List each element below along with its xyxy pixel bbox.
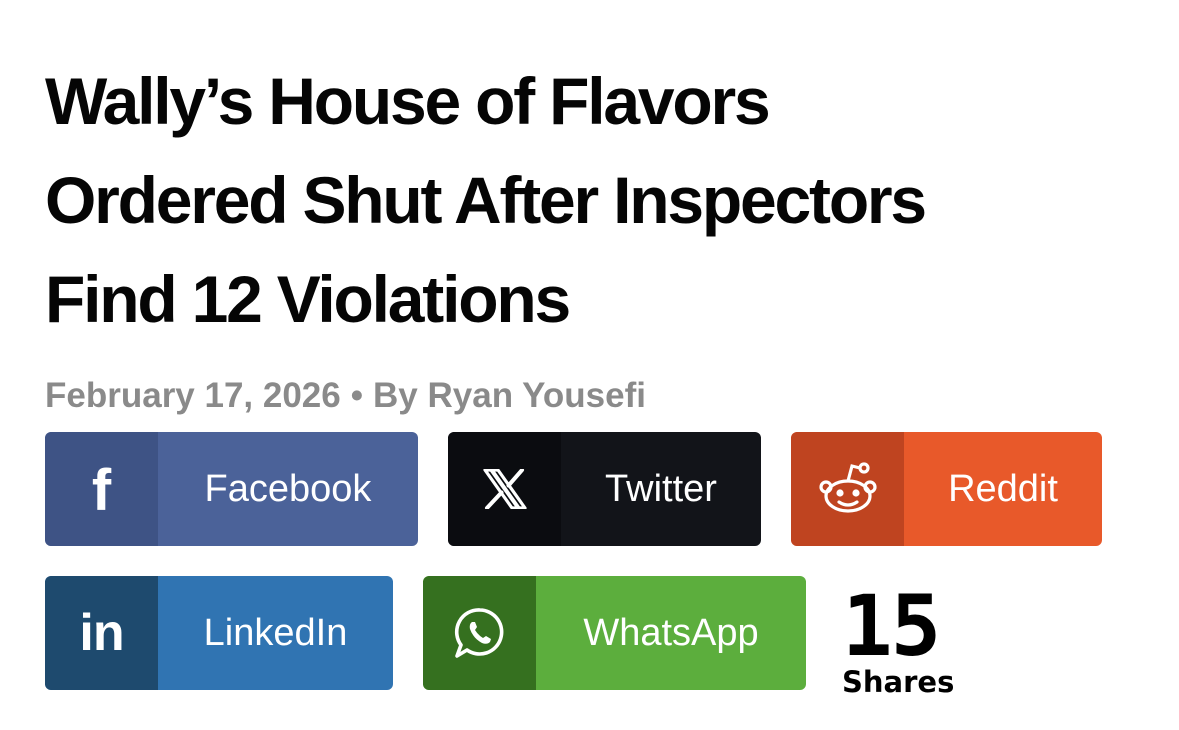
author-byline[interactable]: By Ryan Yousefi [373,376,646,415]
linkedin-icon: in [45,576,158,690]
whatsapp-icon [423,576,536,690]
facebook-share-button[interactable]: f Facebook [45,432,418,546]
share-count-label: Shares [842,665,955,699]
headline-line: Ordered Shut After Inspectors [45,163,927,237]
share-button-label: Twitter [605,467,717,510]
headline-line: Find 12 Violations [45,262,571,336]
share-button-label: LinkedIn [203,611,348,654]
reddit-share-button[interactable]: Reddit [791,432,1102,546]
x-twitter-icon [448,432,561,546]
linkedin-share-button[interactable]: in LinkedIn [45,576,393,690]
publish-date: February 17, 2026 [45,376,341,415]
share-button-label: Facebook [204,467,372,510]
facebook-icon: f [45,432,158,546]
article-headline: Wally’s House of Flavors Ordered Shut Af… [45,52,1145,349]
share-button-label: WhatsApp [583,611,759,654]
share-count-number: 15 [842,577,941,675]
twitter-share-button[interactable]: Twitter [448,432,761,546]
meta-separator: • [350,376,364,415]
reddit-icon [791,432,904,546]
share-count: 15 Shares [842,584,962,698]
article-meta: February 17, 2026 • By Ryan Yousefi [45,374,646,418]
share-button-label: Reddit [948,467,1058,510]
whatsapp-share-button[interactable]: WhatsApp [423,576,806,690]
headline-line: Wally’s House of Flavors [45,64,771,138]
